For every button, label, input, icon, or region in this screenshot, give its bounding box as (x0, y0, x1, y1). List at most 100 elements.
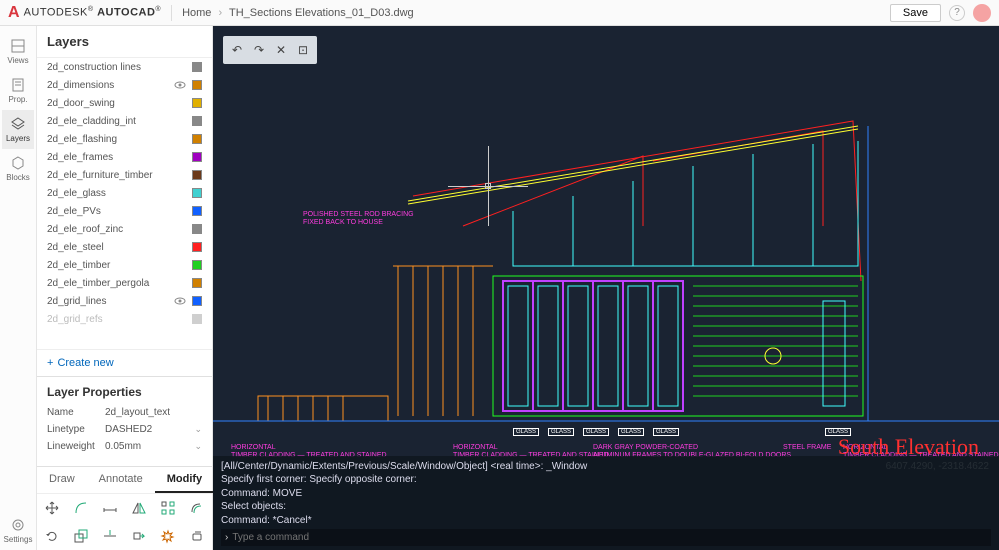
layer-row[interactable]: 2d_ele_glass (37, 184, 212, 202)
layer-row[interactable]: 2d_ele_flashing (37, 130, 212, 148)
color-swatch[interactable] (192, 98, 202, 108)
glass-label: GLASS (548, 428, 574, 436)
tab-modify[interactable]: Modify (155, 467, 214, 493)
color-swatch[interactable] (192, 260, 202, 270)
prop-linetype-value[interactable]: DASHED2⌄ (105, 424, 202, 435)
avatar[interactable] (973, 4, 991, 22)
layer-row[interactable]: 2d_grid_lines (37, 292, 212, 310)
rail-blocks[interactable]: Blocks (2, 149, 34, 188)
layer-row[interactable]: 2d_door_swing (37, 94, 212, 112)
scale-tool-icon[interactable] (66, 522, 95, 550)
create-new-button[interactable]: +Create new (37, 349, 212, 376)
panel-title: Layers (37, 26, 212, 58)
visibility-toggle-icon[interactable] (174, 277, 186, 289)
layer-row[interactable]: 2d_grid_refs (37, 310, 212, 328)
brand-text: AUTODESK® AUTOCAD® (24, 6, 162, 19)
rail-properties[interactable]: Prop. (2, 71, 34, 110)
prop-linetype-label: Linetype (47, 424, 105, 435)
rotate-tool-icon[interactable] (37, 522, 66, 550)
glass-label: GLASS (513, 428, 539, 436)
visibility-toggle-icon[interactable] (174, 313, 186, 325)
properties-icon (10, 77, 26, 93)
erase-tool-icon[interactable] (183, 522, 212, 550)
undo-icon[interactable]: ↶ (226, 39, 248, 61)
visibility-toggle-icon[interactable] (174, 133, 186, 145)
breadcrumb-home[interactable]: Home (182, 7, 211, 19)
command-input[interactable] (232, 532, 987, 543)
trim-tool-icon[interactable] (95, 522, 124, 550)
arc-tool-icon[interactable] (66, 494, 95, 522)
cmd-history: Specify first corner: Specify opposite c… (221, 473, 991, 487)
color-swatch[interactable] (192, 224, 202, 234)
visibility-toggle-icon[interactable] (174, 241, 186, 253)
separator (171, 5, 172, 21)
visibility-toggle-icon[interactable] (174, 223, 186, 235)
move-tool-icon[interactable] (37, 494, 66, 522)
save-button[interactable]: Save (890, 4, 941, 22)
chevron-down-icon: ⌄ (194, 441, 202, 452)
layer-row[interactable]: 2d_ele_PVs (37, 202, 212, 220)
color-swatch[interactable] (192, 188, 202, 198)
visibility-toggle-icon[interactable] (174, 295, 186, 307)
visibility-toggle-icon[interactable] (174, 187, 186, 199)
dimension-tool-icon[interactable] (95, 494, 124, 522)
blocks-icon (10, 155, 26, 171)
visibility-toggle-icon[interactable] (174, 205, 186, 217)
layer-row[interactable]: 2d_ele_steel (37, 238, 212, 256)
stretch-tool-icon[interactable] (124, 522, 153, 550)
color-swatch[interactable] (192, 170, 202, 180)
color-swatch[interactable] (192, 116, 202, 126)
mirror-tool-icon[interactable] (124, 494, 153, 522)
prompt-icon: › (225, 532, 228, 543)
layer-name: 2d_ele_glass (47, 188, 174, 199)
redo-icon[interactable]: ↷ (248, 39, 270, 61)
prop-lineweight-value[interactable]: 0.05mm⌄ (105, 441, 202, 452)
prop-name-label: Name (47, 407, 105, 418)
layer-name: 2d_ele_furniture_timber (47, 170, 174, 181)
prop-lineweight-label: Lineweight (47, 441, 105, 452)
offset-tool-icon[interactable] (183, 494, 212, 522)
layer-row[interactable]: 2d_dimensions (37, 76, 212, 94)
color-swatch[interactable] (192, 134, 202, 144)
layer-name: 2d_ele_cladding_int (47, 116, 174, 127)
tab-draw[interactable]: Draw (37, 467, 87, 493)
zoom-extents-icon[interactable]: ✕ (270, 39, 292, 61)
array-tool-icon[interactable] (154, 494, 183, 522)
cmd-history: Command: *Cancel* (221, 514, 991, 528)
tab-annotate[interactable]: Annotate (87, 467, 155, 493)
color-swatch[interactable] (192, 62, 202, 72)
layer-row[interactable]: 2d_ele_furniture_timber (37, 166, 212, 184)
color-swatch[interactable] (192, 278, 202, 288)
layer-row[interactable]: 2d_ele_cladding_int (37, 112, 212, 130)
color-swatch[interactable] (192, 242, 202, 252)
layer-row[interactable]: 2d_ele_frames (37, 148, 212, 166)
chevron-down-icon: ⌄ (194, 424, 202, 435)
color-swatch[interactable] (192, 152, 202, 162)
drawing-canvas[interactable]: ↶ ↷ ✕ ⊡ (213, 26, 999, 550)
explode-tool-icon[interactable] (154, 522, 183, 550)
prop-name-value[interactable]: 2d_layout_text (105, 407, 202, 418)
cmd-history: Select objects: (221, 500, 991, 514)
visibility-toggle-icon[interactable] (174, 151, 186, 163)
breadcrumb[interactable]: Home › TH_Sections Elevations_01_D03.dwg (182, 7, 414, 19)
rail-layers[interactable]: Layers (2, 110, 34, 149)
layer-row[interactable]: 2d_ele_timber (37, 256, 212, 274)
color-swatch[interactable] (192, 314, 202, 324)
zoom-window-icon[interactable]: ⊡ (292, 39, 314, 61)
color-swatch[interactable] (192, 206, 202, 216)
help-icon[interactable]: ? (949, 5, 965, 21)
visibility-toggle-icon[interactable] (174, 115, 186, 127)
layer-row[interactable]: 2d_construction lines (37, 58, 212, 76)
visibility-toggle-icon[interactable] (174, 97, 186, 109)
layer-row[interactable]: 2d_ele_roof_zinc (37, 220, 212, 238)
visibility-toggle-icon[interactable] (174, 169, 186, 181)
rail-settings[interactable]: Settings (2, 511, 34, 550)
layer-row[interactable]: 2d_ele_timber_pergola (37, 274, 212, 292)
visibility-toggle-icon[interactable] (174, 79, 186, 91)
color-swatch[interactable] (192, 296, 202, 306)
color-swatch[interactable] (192, 80, 202, 90)
layer-list[interactable]: 2d_construction lines2d_dimensions2d_doo… (37, 58, 212, 349)
visibility-toggle-icon[interactable] (174, 259, 186, 271)
rail-views[interactable]: Views (2, 32, 34, 71)
visibility-toggle-icon[interactable] (174, 61, 186, 73)
